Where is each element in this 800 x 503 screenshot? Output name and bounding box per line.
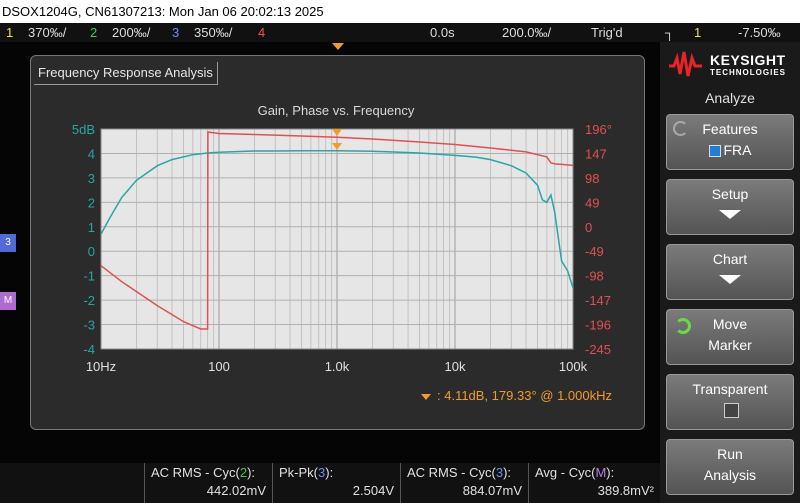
transparent-softkey[interactable]: Transparent — [666, 374, 794, 430]
features-softkey[interactable]: Features FRA — [666, 114, 794, 170]
phase-tick-label: -245 — [585, 342, 611, 357]
marker-icon — [421, 393, 431, 400]
move-label: Move — [712, 316, 748, 332]
phase-axis-ticks: 196° 147 98 49 0 -49 -98 -147 -196 -245 — [585, 122, 612, 357]
trigger-level: -7.50‰ — [738, 25, 781, 40]
gain-tick-label: 4 — [88, 146, 95, 161]
measurement-3[interactable]: AC RMS - Cyc(3): 884.07mV — [400, 463, 528, 503]
meas-value: 442.02mV — [206, 483, 266, 498]
menu-heading: Analyze — [705, 90, 755, 106]
marker-readout: : 4.11dB, 179.33° @ 1.000kHz — [421, 388, 612, 403]
features-value: FRA — [723, 142, 752, 158]
frequency-tick-label: 10k — [445, 359, 466, 374]
gain-tick-label: -1 — [83, 269, 95, 284]
gain-tick-label: -2 — [83, 293, 95, 308]
phase-tick-label: -49 — [585, 244, 604, 259]
run-analysis-softkey[interactable]: Run Analysis — [666, 439, 794, 495]
move-marker-softkey[interactable]: Move Marker — [666, 309, 794, 365]
phase-tick-label: 0 — [585, 220, 592, 235]
analysis-label: Analysis — [703, 467, 757, 483]
measurement-4[interactable]: Avg - Cyc(M): 389.8mV² — [528, 463, 660, 503]
transparent-label: Transparent — [692, 381, 768, 397]
title-bar: DSOX1204G, CN61307213: Mon Jan 06 20:02:… — [0, 0, 800, 23]
measurement-1[interactable]: AC RMS - Cyc(2): 442.02mV — [144, 463, 272, 503]
meas-source: M — [595, 465, 607, 480]
gain-tick-label: 1 — [88, 220, 95, 235]
title-text: DSOX1204G, CN61307213: Mon Jan 06 20:02:… — [2, 4, 324, 19]
meas-source: 2 — [239, 465, 248, 480]
measurement-2[interactable]: Pk-Pk(3): 2.504V — [272, 463, 400, 503]
phase-tick-label: -196 — [585, 318, 611, 333]
ch3-scale: 350‰/ — [194, 25, 233, 40]
meas-value: 2.504V — [352, 483, 394, 498]
trigger-source: 1 — [694, 25, 702, 40]
submenu-arrow-icon — [719, 275, 741, 284]
measurement-bar: AC RMS - Cyc(2): 442.02mV Pk-Pk(3): 2.50… — [0, 463, 660, 503]
ch2-scale: 200‰/ — [112, 25, 151, 40]
gain-tick-label: 2 — [88, 195, 95, 210]
gain-tick-label: 0 — [88, 244, 95, 259]
brand-name: KEYSIGHT — [710, 52, 786, 68]
gain-tick-label: -3 — [83, 318, 95, 333]
channel-status-bar: 1 370‰/ 2 200‰/ 3 350‰/ 4 0.0s 200.0‰/ T… — [0, 23, 660, 42]
ch4-number[interactable]: 4 — [258, 23, 265, 42]
marker-readout-text: : 4.11dB, 179.33° @ 1.000kHz — [437, 388, 612, 403]
meas-value: 884.07mV — [462, 483, 522, 498]
meas-name: Pk-Pk( — [279, 465, 318, 480]
chart-label: Chart — [712, 251, 748, 267]
frequency-tick-label: 10Hz — [86, 359, 116, 374]
marker-label: Marker — [708, 337, 752, 353]
meas-name: Avg - Cyc( — [535, 465, 596, 480]
fra-checkbox — [708, 145, 721, 158]
meas-name-end: ): — [247, 465, 256, 480]
ch2-number[interactable]: 2 — [90, 23, 97, 42]
math-ground-marker[interactable]: M — [0, 292, 16, 310]
chart-title: Gain, Phase vs. Frequency — [258, 103, 415, 118]
trigger-position-marker — [332, 43, 344, 50]
trigger-slope-icon: ┐ — [665, 25, 675, 40]
setup-softkey[interactable]: Setup — [666, 179, 794, 235]
ch1-scale: 370‰/ — [28, 25, 67, 40]
fra-window: Frequency Response Analysis Gain, Phase … — [30, 55, 645, 430]
time-scale: 200.0‰/ — [502, 25, 552, 40]
phase-tick-label: 98 — [585, 171, 599, 186]
ch1-number[interactable]: 1 — [6, 23, 13, 42]
frequency-tick-label: 100k — [559, 359, 588, 374]
frequency-tick-label: 100 — [208, 359, 230, 374]
trigger-status: Trig'd — [591, 25, 623, 40]
meas-value: 389.8mV² — [597, 483, 654, 498]
time-delay: 0.0s — [430, 25, 455, 40]
keysight-wave-icon — [669, 51, 702, 77]
meas-name-end: ): — [325, 465, 334, 480]
setup-label: Setup — [711, 186, 749, 202]
meas-name-end: ): — [503, 465, 512, 480]
meas-source: 3 — [495, 465, 504, 480]
transparent-checkbox — [724, 403, 739, 418]
phase-tick-label: 196° — [585, 122, 612, 137]
gain-tick-label: 3 — [88, 171, 95, 186]
trigger-status-bar: ┐ 1 -7.50‰ — [660, 23, 800, 42]
phase-tick-label: 147 — [585, 146, 607, 161]
ch3-number[interactable]: 3 — [172, 23, 179, 42]
gain-tick-label: 5dB — [72, 122, 95, 137]
frequency-axis-ticks: 10Hz 100 1.0k 10k 100k — [86, 359, 588, 374]
phase-tick-label: 49 — [585, 195, 599, 210]
submenu-arrow-icon — [719, 210, 741, 219]
run-label: Run — [717, 446, 743, 462]
keysight-logo: KEYSIGHT TECHNOLOGIES — [668, 48, 794, 82]
fra-chart[interactable]: Gain, Phase vs. Frequency 5dB 4 3 2 1 0 -1 -2 -3… — [31, 56, 644, 429]
chart-softkey[interactable]: Chart — [666, 244, 794, 300]
gain-tick-label: -4 — [83, 342, 95, 357]
meas-name-end: ): — [606, 465, 615, 480]
meas-name: AC RMS - Cyc( — [407, 465, 496, 480]
softkey-sidebar: KEYSIGHT TECHNOLOGIES Analyze Features F… — [660, 42, 800, 503]
features-label: Features — [702, 121, 758, 137]
phase-tick-label: -98 — [585, 269, 604, 284]
brand-subtitle: TECHNOLOGIES — [710, 68, 787, 77]
frequency-tick-label: 1.0k — [325, 359, 350, 374]
meas-name: AC RMS - Cyc( — [151, 465, 240, 480]
gain-axis-ticks: 5dB 4 3 2 1 0 -1 -2 -3 -4 — [72, 122, 95, 357]
phase-tick-label: -147 — [585, 293, 611, 308]
ch3-ground-marker[interactable]: 3 — [0, 234, 16, 252]
